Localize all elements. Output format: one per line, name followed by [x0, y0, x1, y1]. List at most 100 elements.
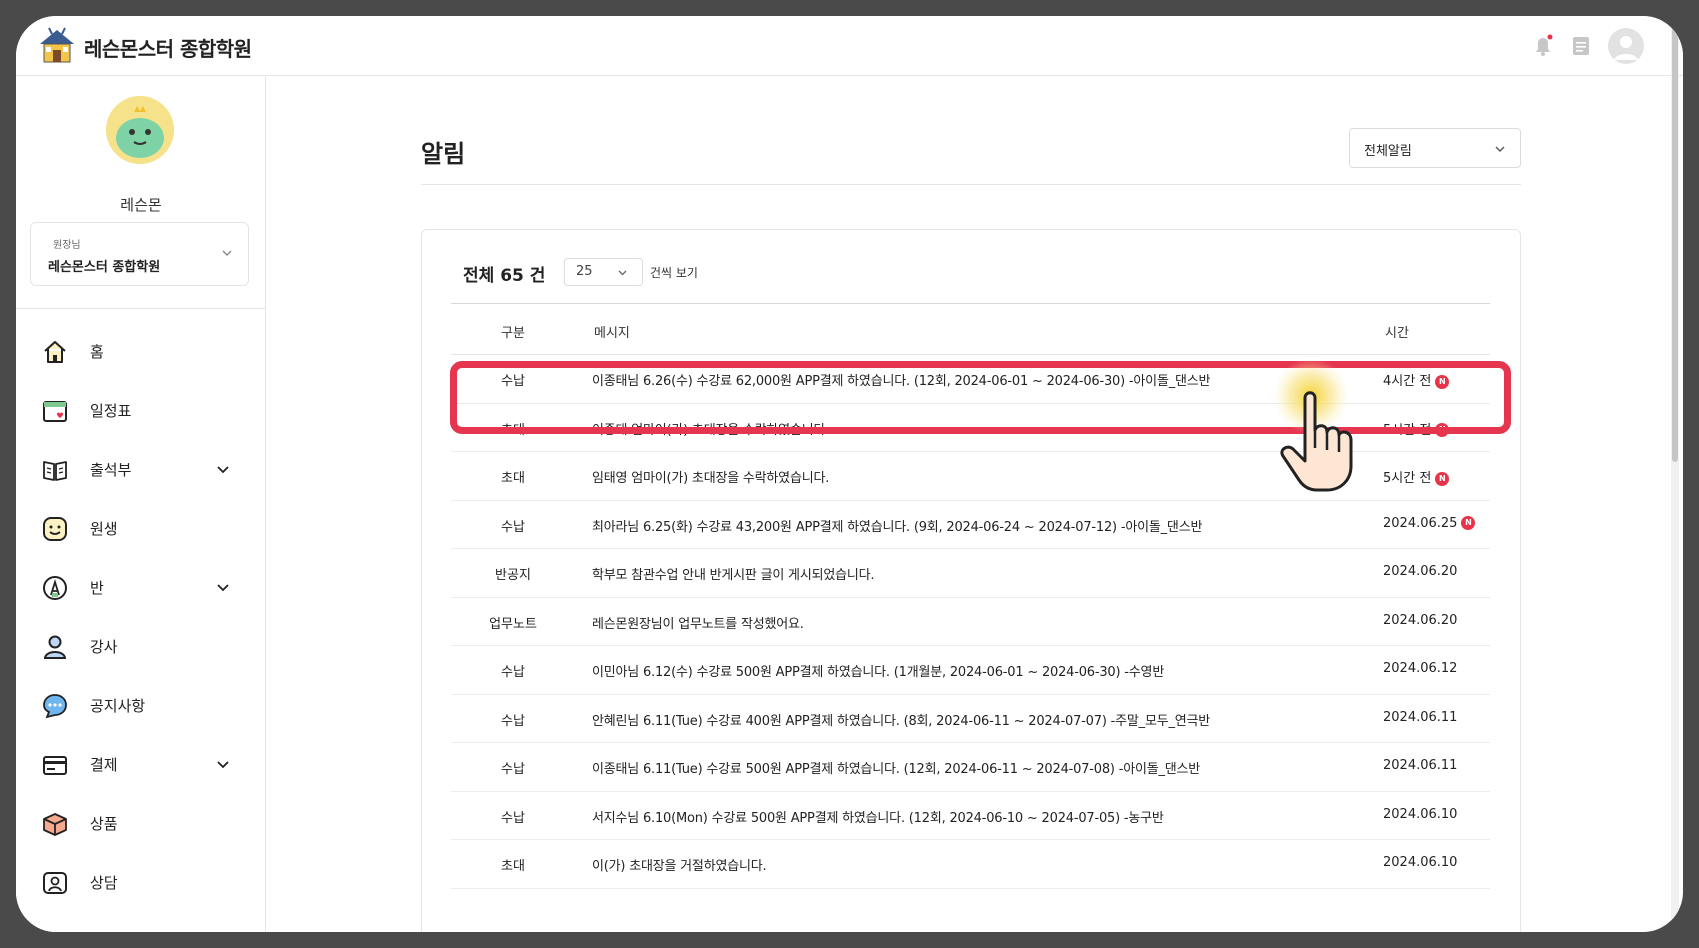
sidebar-item-label: 홈	[90, 343, 104, 361]
bell-icon[interactable]	[1529, 32, 1557, 60]
row-message: 최아라님 6.25(화) 수강료 43,200원 APP결제 하였습니다. (9…	[592, 519, 1203, 535]
row-message: 이(가) 초대장을 거절하였습니다.	[592, 859, 767, 874]
page-title: 알림	[421, 140, 466, 168]
row-type: 수납	[501, 810, 525, 826]
sidebar-item-attendance[interactable]: 출석부	[16, 444, 266, 494]
row-time-cell: 2024.06.25 N	[1383, 515, 1476, 531]
row-time-cell: 2024.06.10	[1383, 855, 1457, 870]
header-type: 구분	[501, 326, 525, 341]
row-time: 2024.06.12	[1383, 661, 1458, 676]
user-avatar-icon[interactable]	[1608, 28, 1644, 64]
table-row[interactable]: 수납 서지수님 6.10(Mon) 수강료 500원 APP결제 하였습니다. (…	[451, 792, 1490, 840]
notification-card: 전체 65 건 25 건씩 보기 구분 메시지 시간 수납 이종태님 6.26(수…	[421, 229, 1521, 932]
row-time-cell: 2024.06.11	[1383, 710, 1457, 725]
table-header: 구분 메시지 시간	[451, 303, 1490, 355]
chat-icon	[43, 694, 67, 719]
chevron-down-icon	[1495, 146, 1505, 152]
per-page-suffix: 건씩 보기	[650, 266, 698, 280]
academy-selector[interactable]: 원장님 레슨몬스터 종합학원	[30, 222, 249, 286]
home-icon	[44, 341, 66, 363]
sidebar-item-label: 공지사항	[90, 697, 146, 715]
sidebar-item-schedule[interactable]: 일정표	[16, 385, 266, 435]
sidebar-item-label: 반	[90, 579, 104, 597]
sidebar-item-home[interactable]: 홈	[16, 326, 266, 376]
row-type: 수납	[501, 519, 525, 535]
sidebar-divider	[16, 308, 266, 309]
new-badge: N	[1461, 516, 1476, 530]
smile-icon	[43, 517, 67, 541]
chevron-down-icon[interactable]	[216, 580, 230, 594]
sidebar-item-class[interactable]: 반	[16, 562, 266, 612]
row-type: 수납	[501, 762, 525, 777]
title-divider	[421, 184, 1521, 185]
document-icon[interactable]	[1567, 32, 1595, 60]
per-page-select[interactable]: 25	[564, 258, 643, 286]
top-bar: 레슨몬스터 종합학원	[16, 16, 1683, 76]
chevron-down-icon[interactable]	[216, 462, 230, 476]
card-icon	[43, 756, 67, 775]
sidebar-item-label: 출석부	[90, 461, 132, 479]
sidebar-item-teachers[interactable]: 강사	[16, 621, 266, 671]
table-row[interactable]: 수납 이민아님 6.12(수) 수강료 500원 APP결제 하였습니다. (1개…	[451, 646, 1490, 695]
sidebar-item-consult[interactable]: 상담	[16, 857, 266, 907]
row-time-cell: 2024.06.20	[1383, 564, 1457, 579]
sidebar-item-products[interactable]: 상품	[16, 798, 266, 848]
app-screen: 레슨몬스터 종합학원 레슨몬 원장님 레슨몬스터 종합학원 홈 일정표 출석부 …	[16, 16, 1683, 932]
row-type: 초대	[501, 859, 525, 874]
row-time-cell: 2024.06.10	[1383, 807, 1457, 822]
row-time: 2024.06.25	[1383, 515, 1458, 531]
row-message: 레슨몬원장님이 업무노트를 작성했어요.	[592, 616, 804, 632]
row-message: 서지수님 6.10(Mon) 수강료 500원 APP결제 하였습니다. (12…	[592, 810, 1164, 826]
person-icon	[43, 635, 67, 659]
table-row[interactable]: 반공지 학부모 참관수업 안내 반게시판 글이 게시되었습니다. 2024.06.2…	[451, 549, 1490, 598]
filter-value: 전체알림	[1364, 144, 1412, 159]
sidebar-item-students[interactable]: 원생	[16, 503, 266, 553]
total-count: 전체 65 건	[463, 266, 546, 286]
row-time-cell: 5시간 전N	[1383, 467, 1450, 486]
row-time-cell: 2024.06.12	[1383, 661, 1457, 676]
chevron-down-icon	[222, 250, 232, 256]
sidebar-item-label: 강사	[90, 638, 118, 656]
row-type: 수납	[501, 713, 525, 729]
row-type: 업무노트	[489, 616, 537, 632]
header-time: 시간	[1385, 326, 1409, 341]
sidebar-item-label: 상담	[90, 874, 118, 892]
row-time: 2024.06.11	[1383, 758, 1458, 773]
row-time-cell: 2024.06.11	[1383, 758, 1457, 773]
header-message: 메시지	[594, 326, 630, 341]
class-icon	[43, 576, 67, 600]
sidebar-item-notice[interactable]: 공지사항	[16, 680, 266, 730]
row-message: 임태영 엄마이(가) 초대장을 수락하였습니다.	[592, 471, 830, 486]
table-row[interactable]: 업무노트 레슨몬원장님이 업무노트를 작성했어요. 2024.06.20	[451, 598, 1490, 646]
consult-icon	[43, 872, 67, 894]
row-type: 초대	[501, 471, 525, 486]
row-type: 반공지	[495, 568, 531, 583]
row-time-cell: 2024.06.20	[1383, 613, 1457, 628]
scrollbar-thumb[interactable]	[1672, 22, 1678, 462]
row-message: 학부모 참관수업 안내 반게시판 글이 게시되었습니다.	[592, 568, 875, 583]
hand-cursor-icon	[1273, 358, 1353, 492]
profile-avatar[interactable]	[106, 96, 174, 164]
sidebar-item-label: 원생	[90, 520, 118, 538]
sidebar-item-label: 결제	[90, 756, 118, 774]
table-row[interactable]: 수납 이종태님 6.11(Tue) 수강료 500원 APP결제 하였습니다. (…	[451, 743, 1490, 792]
row-message: 안혜린님 6.11(Tue) 수강료 400원 APP결제 하였습니다. (8회…	[592, 713, 1211, 729]
row-time: 2024.06.20	[1383, 612, 1458, 628]
chevron-down-icon[interactable]	[216, 757, 230, 771]
table-row[interactable]: 수납 안혜린님 6.11(Tue) 수강료 400원 APP결제 하였습니다. (…	[451, 695, 1490, 743]
table-row[interactable]: 초대 이(가) 초대장을 거절하였습니다. 2024.06.10	[451, 840, 1490, 889]
brand-name: 레슨몬스터 종합학원	[84, 37, 252, 61]
device-frame: 레슨몬스터 종합학원 레슨몬 원장님 레슨몬스터 종합학원 홈 일정표 출석부 …	[0, 0, 1699, 948]
calendar-icon	[43, 401, 67, 422]
notification-filter-select[interactable]: 전체알림	[1349, 128, 1521, 168]
row-time: 2024.06.10	[1383, 855, 1458, 870]
row-time: 2024.06.10	[1383, 806, 1458, 822]
book-icon	[43, 461, 67, 481]
sidebar: 레슨몬 원장님 레슨몬스터 종합학원 홈 일정표 출석부 원생 반 강사 공지사…	[16, 76, 266, 932]
sidebar-item-payment[interactable]: 결제	[16, 739, 266, 789]
row-message: 이종태님 6.11(Tue) 수강료 500원 APP결제 하였습니다. (12…	[592, 762, 1201, 777]
row-time: 2024.06.20	[1383, 564, 1458, 579]
logo-icon[interactable]	[36, 26, 78, 66]
new-badge: N	[1435, 471, 1450, 486]
row-type: 수납	[501, 665, 525, 680]
